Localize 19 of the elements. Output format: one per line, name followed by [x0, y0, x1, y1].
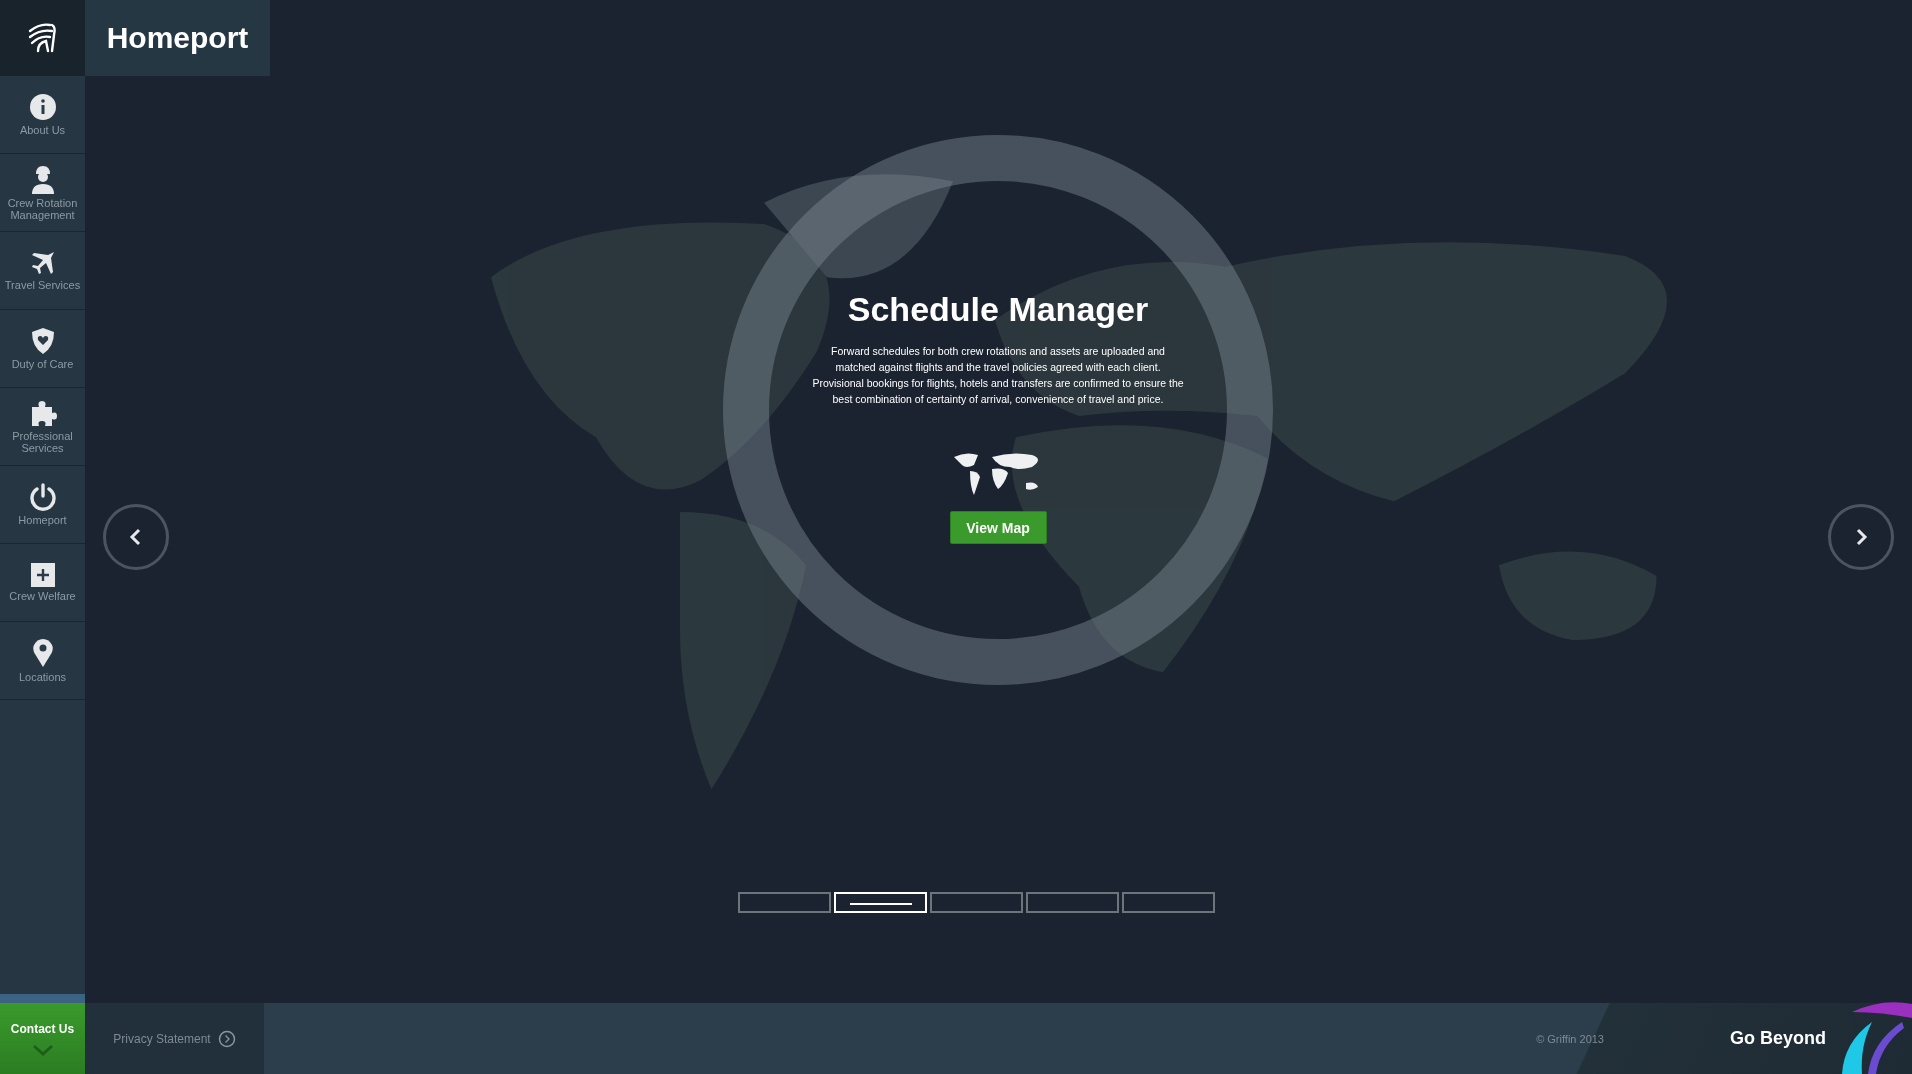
contact-us-button[interactable]: Contact Us — [0, 1003, 85, 1074]
next-slide-button[interactable] — [1828, 504, 1894, 570]
page-title: Homeport — [106, 21, 249, 55]
logo-tile[interactable] — [0, 0, 85, 76]
previous-slide-button[interactable] — [103, 504, 169, 570]
info-icon — [28, 92, 57, 121]
slide-title: Schedule Manager — [847, 290, 1149, 329]
swoosh-logo-icon — [1842, 1002, 1912, 1074]
slide-description: Forward schedules for both crew rotations and assets are uploaded and matched against flights and the travel policies agreed with each client. Provisional bookings for flights, hotels and transfers are confirmed to ensure the best combination of certainty of arrival, convenience of travel and price. — [812, 344, 1184, 407]
plus-square-icon — [30, 562, 55, 587]
power-icon — [28, 482, 57, 511]
privacy-statement-link[interactable]: Privacy Statement — [113, 1029, 236, 1048]
airplane-icon — [29, 249, 56, 276]
copyright-text: © Griffin 2013 — [1536, 1032, 1604, 1045]
tagline-text: Go Beyond — [1730, 1028, 1826, 1049]
chevron-down-icon — [31, 1043, 54, 1056]
map-pin-icon — [31, 637, 54, 668]
view-map-button[interactable]: View Map — [949, 511, 1047, 544]
shield-heart-icon — [30, 326, 55, 355]
